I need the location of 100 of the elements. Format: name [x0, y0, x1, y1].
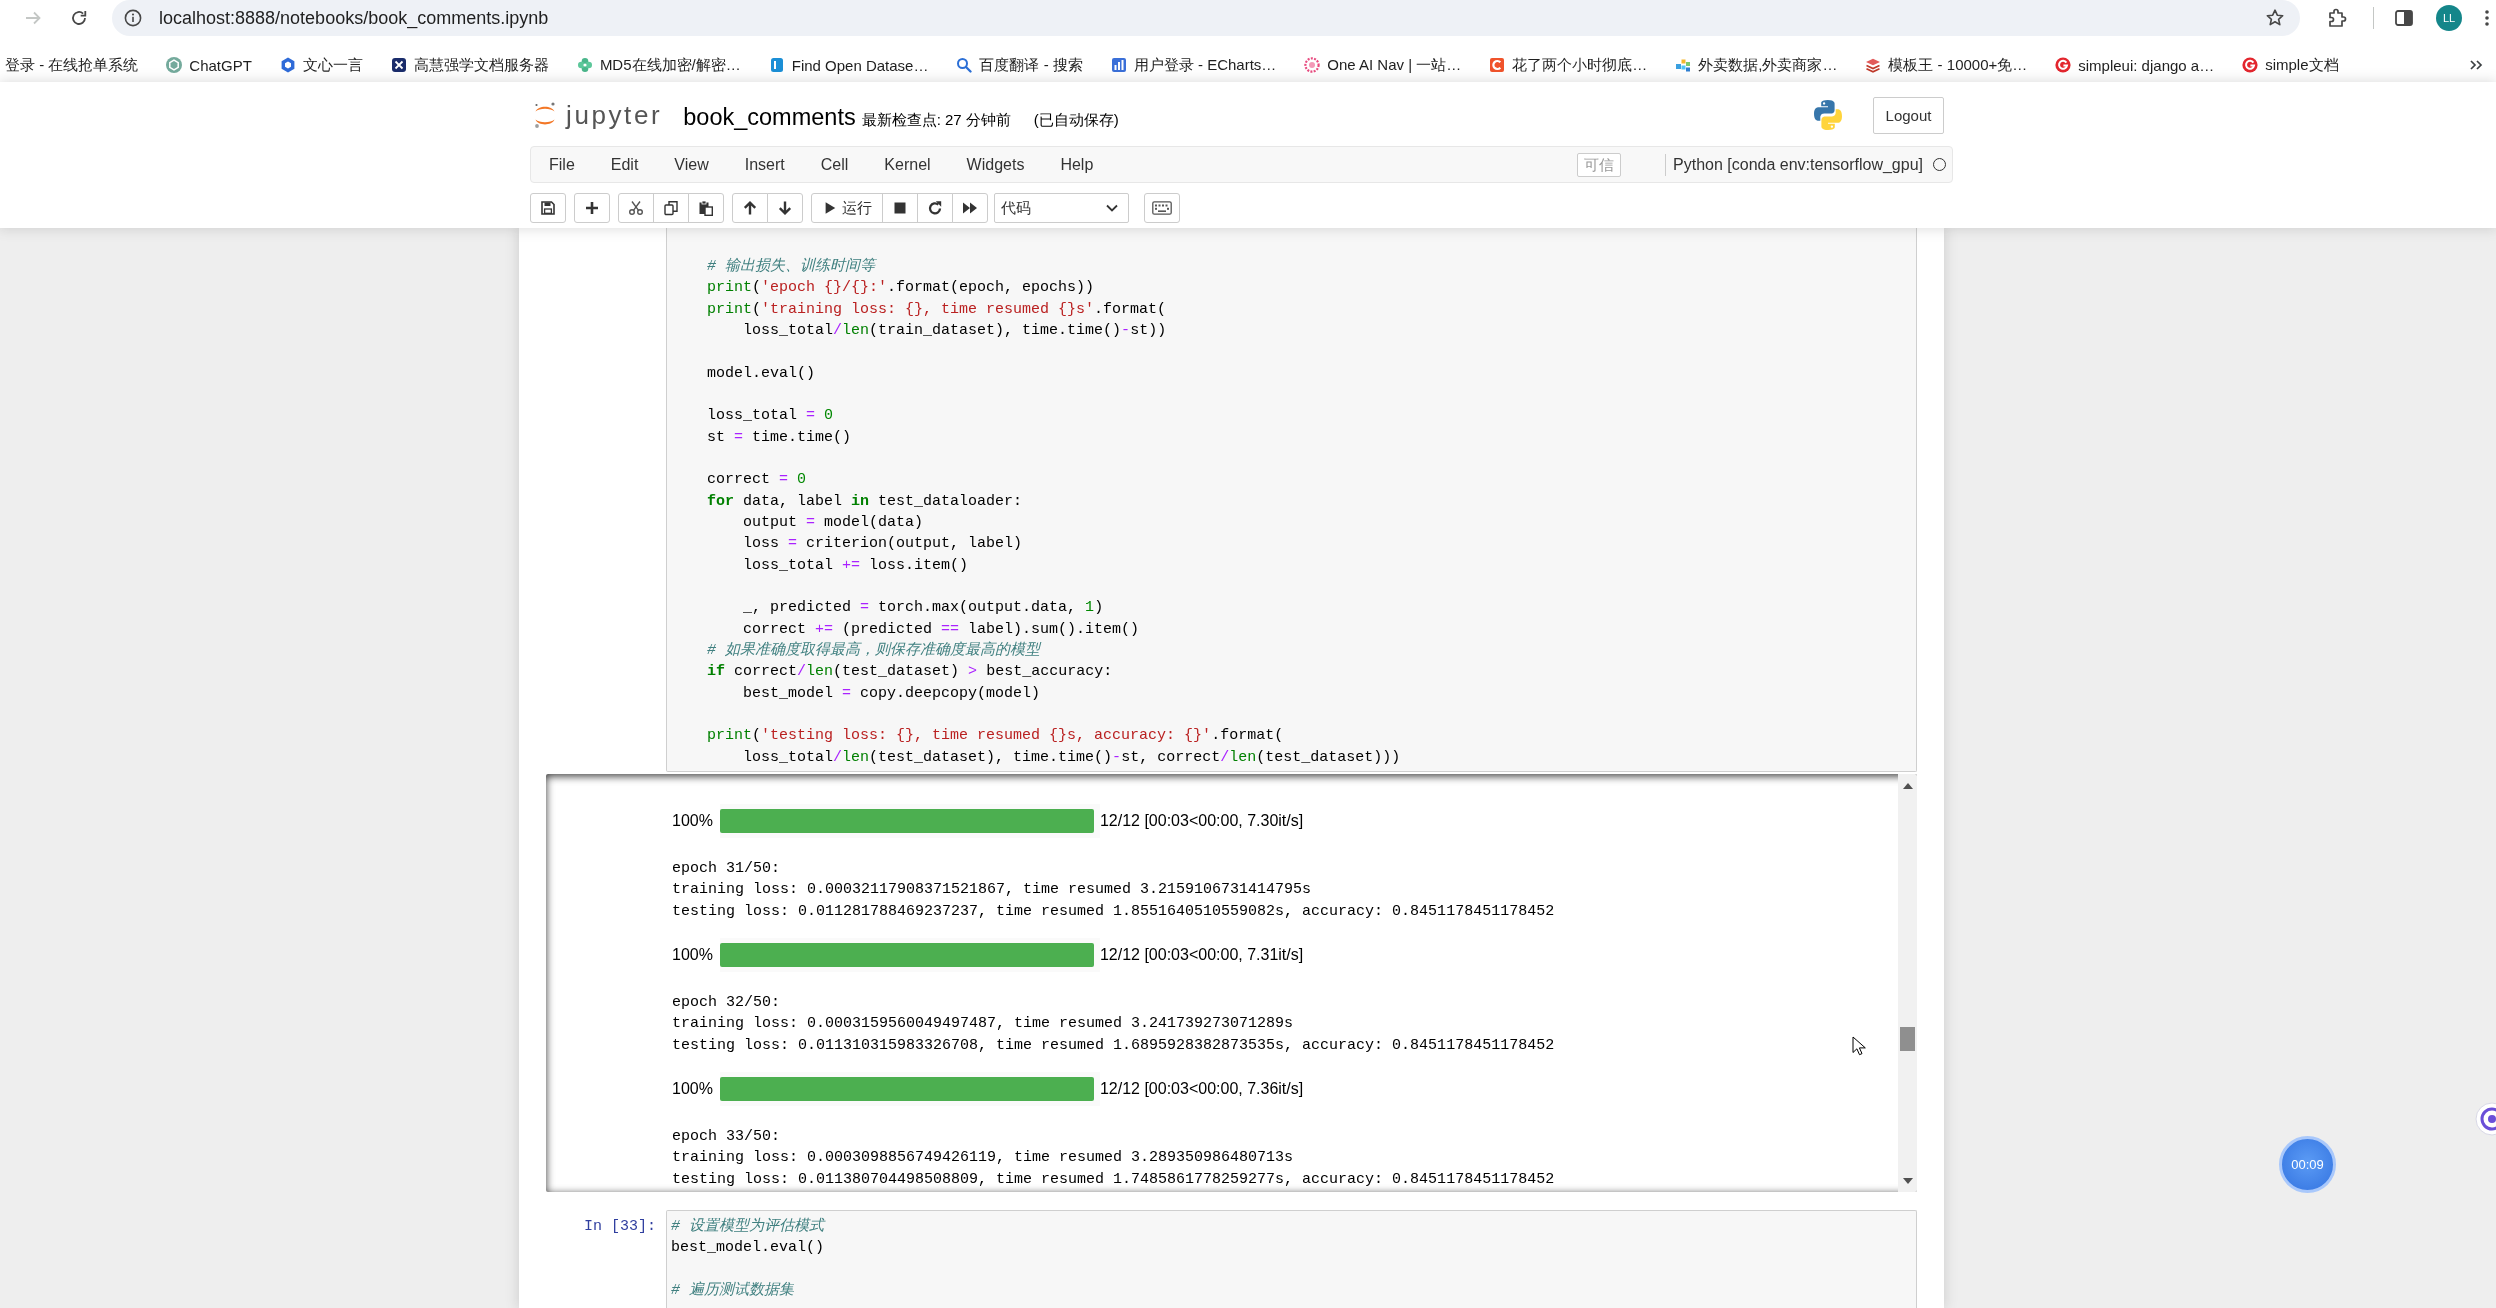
- logout-button[interactable]: Logout: [1873, 96, 1944, 134]
- bookmark-link[interactable]: ChatGPT: [166, 56, 252, 74]
- bookmark-link[interactable]: simple文档: [2242, 55, 2339, 75]
- menu-item[interactable]: Help: [1042, 147, 1112, 182]
- code-line: if correct/len(test_dataset) > best_accuracy:: [707, 663, 1113, 681]
- output-line: testing loss: 0.011281788469237237, time resumed 1.8551640510559082s, accuracy: 0.8451178451178452: [672, 901, 1555, 922]
- progress-detail: 12/12 [00:03<00:00, 7.36it/s]: [1099, 1079, 1304, 1098]
- bar-chart-icon: [1110, 57, 1127, 73]
- bookmark-link[interactable]: 文心一言: [279, 55, 363, 75]
- cut-button[interactable]: [618, 193, 654, 223]
- arrow-down-icon: [777, 200, 793, 216]
- arrow-up-icon: [742, 200, 758, 216]
- menu-item[interactable]: View: [656, 147, 727, 182]
- logo-text[interactable]: jupyter: [566, 102, 663, 128]
- output-line: training loss: 0.00032117908371521867, time resumed 3.2159106731414795s: [672, 880, 1312, 901]
- star-icon[interactable]: [2265, 8, 2285, 28]
- bookmark-link[interactable]: simpleui: django a…: [2055, 56, 2215, 74]
- notebook-title[interactable]: book_comments: [683, 103, 856, 131]
- code-line: for data, label in test_dataloader:: [707, 492, 1023, 510]
- menu-item[interactable]: Kernel: [866, 147, 949, 182]
- bookmark-link[interactable]: 外卖数据,外卖商家…: [1675, 55, 1838, 75]
- code-line: output = model(data): [743, 513, 924, 531]
- fast-forward-icon: [962, 200, 978, 216]
- code-line: correct = 0: [707, 471, 807, 489]
- puzzle-icon[interactable]: [2326, 7, 2348, 29]
- cell-type-select[interactable]: 代码: [994, 193, 1129, 223]
- bookmark-link[interactable]: Find Open Datase…: [768, 56, 929, 74]
- code-line: # 设置模型为评估模式: [671, 1217, 824, 1235]
- refresh-icon: [927, 200, 943, 216]
- scroll-up-arrow-icon[interactable]: [1902, 782, 1913, 789]
- scroll-down-arrow-icon[interactable]: [1902, 1177, 1913, 1184]
- swirl-icon: [2055, 57, 2072, 73]
- bookmark-link[interactable]: 高慧强学文档服务器: [390, 55, 549, 75]
- code-editor[interactable]: # 设置模型为评估模式 best_model.eval() # 遍历测试数据集: [666, 1209, 1917, 1308]
- scrollbar[interactable]: [1898, 773, 1917, 1192]
- menu-icon[interactable]: [2484, 8, 2490, 28]
- bookmark-link[interactable]: 模板王 - 10000+免…: [1865, 55, 2028, 75]
- clipboard-icon: [698, 200, 714, 216]
- address-bar[interactable]: localhost:8888/notebooks/book_comments.ipynb: [112, 0, 2300, 36]
- bookmark-link[interactable]: 花了两个小时彻底…: [1489, 55, 1648, 75]
- run-all-button[interactable]: [952, 193, 988, 223]
- side-panel-icon[interactable]: [2393, 7, 2415, 29]
- menu-item[interactable]: Cell: [802, 147, 867, 182]
- output-line: testing loss: 0.011310315983326708, time resumed 1.6895928382873535s, accuracy: 0.8451178451178452: [672, 1035, 1555, 1056]
- plus-icon: [584, 200, 600, 216]
- menu-item[interactable]: Insert: [726, 147, 803, 182]
- restart-button[interactable]: [917, 193, 953, 223]
- profile-avatar[interactable]: LL: [2436, 5, 2462, 31]
- progress-percent: 100%: [672, 811, 713, 830]
- code-editor[interactable]: [666, 228, 1917, 772]
- progress-percent: 100%: [672, 945, 713, 964]
- double-chevron-icon[interactable]: [2469, 58, 2483, 72]
- bookmark-link[interactable]: MD5在线加密/解密…: [576, 55, 741, 75]
- code-line: print('epoch {}/{}:'.format(epoch, epochs)): [707, 279, 1095, 297]
- code-line: loss_total += loss.item(): [743, 556, 969, 574]
- copy-icon: [663, 200, 679, 216]
- code-line: st = time.time(): [707, 428, 852, 446]
- scroll-thumb[interactable]: [1900, 1026, 1915, 1051]
- bookmark-link[interactable]: 用户登录 - ECharts…: [1110, 55, 1277, 75]
- logo-icon: [1811, 98, 1845, 132]
- progress-detail: 12/12 [00:03<00:00, 7.30it/s]: [1099, 811, 1304, 830]
- move-up-button[interactable]: [732, 193, 768, 223]
- bookmark-link[interactable]: One AI Nav | 一站…: [1304, 55, 1462, 75]
- move-down-button[interactable]: [767, 193, 803, 223]
- autosave-status: (已自动保存): [1033, 110, 1119, 130]
- copy-button[interactable]: [653, 193, 689, 223]
- caret-icon: [1106, 204, 1118, 212]
- insert-cell-button[interactable]: [574, 193, 610, 223]
- tile-icon: [390, 57, 407, 73]
- save-icon: [540, 200, 556, 216]
- kernel-name: Python [conda env:tensorflow_gpu]: [1673, 155, 1923, 174]
- clover-icon: [576, 57, 593, 73]
- progress-detail: 12/12 [00:03<00:00, 7.31it/s]: [1099, 945, 1304, 964]
- logo-icon[interactable]: [533, 101, 557, 129]
- stop-button[interactable]: [882, 193, 918, 223]
- stop-icon: [892, 200, 908, 216]
- progress-percent: 100%: [672, 1079, 713, 1098]
- hexagon-icon: [279, 57, 296, 73]
- search-icon: [956, 57, 973, 73]
- save-button[interactable]: [530, 193, 566, 223]
- info-icon[interactable]: [124, 9, 142, 27]
- keyboard-button[interactable]: [1144, 193, 1180, 223]
- hexagon-badge-icon: [166, 57, 183, 73]
- menu-item[interactable]: Widgets: [948, 147, 1043, 182]
- code-line: _, predicted = torch.max(output.data, 1): [743, 599, 1104, 617]
- code-line: print('testing loss: {}, time resumed {}s, accuracy: {}'.format(: [707, 727, 1284, 745]
- checkpoint-status: 最新检查点: 27 分钟前: [861, 110, 1011, 130]
- bookmark-link[interactable]: 百度翻译 - 搜索: [956, 55, 1083, 75]
- code-line: # 如果准确度取得最高，则保存准确度最高的模型: [707, 641, 1041, 659]
- code-line: print('training loss: {}, time resumed {}s'.format(: [707, 300, 1167, 318]
- menu-item[interactable]: File: [531, 147, 593, 182]
- bookmark-link[interactable]: 登录 - 在线抢单系统: [5, 55, 139, 75]
- menu-item[interactable]: Edit: [592, 147, 657, 182]
- paste-button[interactable]: [688, 193, 724, 223]
- code-line: # 输出损失、训练时间等: [707, 258, 876, 275]
- blocks-icon: [1675, 57, 1692, 73]
- output-line: epoch 33/50:: [672, 1126, 781, 1147]
- reload-icon[interactable]: [69, 8, 89, 28]
- output-line: training loss: 0.0003098856749426119, time resumed 3.289350986480713s: [672, 1148, 1294, 1169]
- run-button[interactable]: 运行: [811, 193, 883, 223]
